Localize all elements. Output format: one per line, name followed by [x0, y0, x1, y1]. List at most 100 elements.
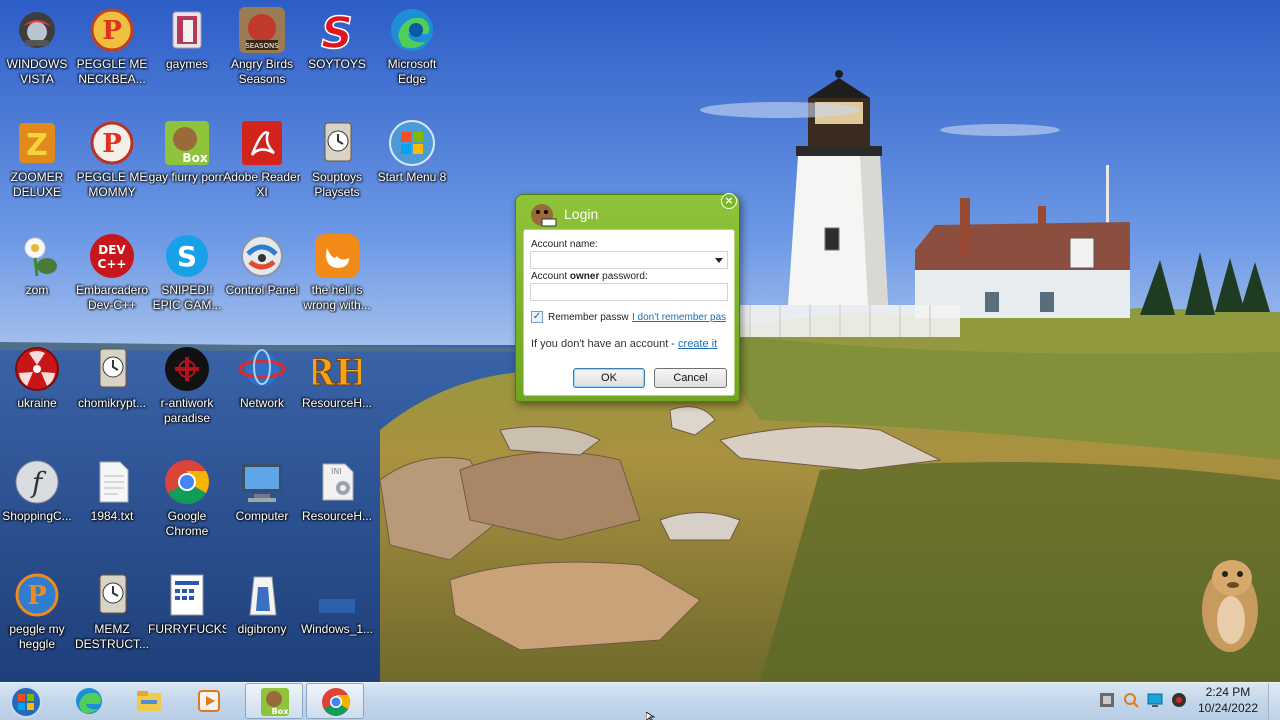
skype-icon: S: [163, 232, 211, 280]
desktop-icon-computer[interactable]: Computer: [225, 458, 299, 524]
desktop-icon-gay-fiurry[interactable]: Box gay fiurry porn: [148, 119, 226, 185]
clock-time: 2:24 PM: [1205, 685, 1251, 699]
taskbar-chrome[interactable]: [306, 683, 364, 719]
desktop-icon-devcpp[interactable]: DEV C++ Embarcadero Dev-C++: [75, 232, 149, 313]
ok-button[interactable]: OK: [573, 368, 645, 388]
desktop-icon-label: Embarcadero Dev-C++: [75, 283, 149, 312]
desktop-icon-windows-1[interactable]: Windows_1...: [300, 571, 374, 637]
desktop-icon-peggle-mommy[interactable]: P PEGGLE ME MOMMY: [75, 119, 149, 200]
desktop-icon-peggle-neckbeard[interactable]: P PEGGLE ME NECKBEA...: [75, 6, 149, 87]
desktop-icon-chomikrypt[interactable]: chomikrypt...: [75, 345, 149, 411]
folder-icon: [163, 6, 211, 54]
svg-text:P: P: [102, 129, 122, 159]
desktop-icon-label: Adobe Reader XI: [223, 170, 301, 199]
no-account-text: If you don't have an account - create it: [531, 338, 718, 350]
create-account-link[interactable]: create it: [678, 338, 717, 350]
desktop-icon-start-menu-8[interactable]: Start Menu 8: [375, 119, 449, 185]
mouse-cursor-icon: [646, 712, 656, 720]
desktop-icon-shoppingc[interactable]: f ShoppingC...: [0, 458, 74, 524]
desktop-icon-furryfucks[interactable]: FURRYFUCKS: [148, 571, 226, 637]
desktop-icon-resourceh-ini[interactable]: INI ResourceH...: [300, 458, 374, 524]
desktop-icon-label: Windows_1...: [300, 622, 374, 636]
taskbar-bonzi-box[interactable]: Box: [245, 683, 303, 719]
computer-icon: [238, 458, 286, 506]
taskbar-edge[interactable]: [60, 683, 118, 719]
desktop-icon-label: SOYTOYS: [308, 57, 366, 71]
account-name-label: Account name:: [531, 239, 598, 250]
desktop-icon-control-panel[interactable]: Control Panel: [225, 232, 299, 298]
digibrony-icon: [238, 571, 286, 619]
desktop-icon-label: Computer: [235, 509, 289, 523]
media-player-icon: [194, 686, 224, 716]
remember-password-label: Remember passw: [548, 312, 629, 323]
desktop-icon-label: ShoppingC...: [2, 509, 72, 523]
taskbar-clock[interactable]: 2:24 PM 10/24/2022: [1198, 684, 1258, 716]
zoomer-icon: Z: [13, 119, 61, 167]
angry-birds-icon: SEASONS: [238, 6, 286, 54]
cancel-button[interactable]: Cancel: [654, 368, 727, 388]
installer-icon: [313, 119, 361, 167]
desktop-icon-antiwork[interactable]: r-antiwork paradise: [150, 345, 224, 426]
antiwork-icon: [163, 345, 211, 393]
forgot-password-link[interactable]: I don't remember pas: [632, 312, 726, 323]
tray-display-icon[interactable]: [1147, 692, 1163, 708]
desktop-icon-label: SNIPED!! EPIC GAM...: [152, 283, 222, 312]
adobe-reader-icon: [238, 119, 286, 167]
uc-browser-icon: [313, 232, 361, 280]
password-field[interactable]: [530, 283, 728, 301]
installer-icon: [88, 571, 136, 619]
clock-date: 10/24/2022: [1197, 701, 1258, 715]
desktop-icon-label: ZOOMER DELUXE: [10, 170, 64, 199]
desktop-icon-edge[interactable]: Microsoft Edge: [375, 6, 449, 87]
desktop-icon-network[interactable]: Network: [225, 345, 299, 411]
desktop-icon-ukraine[interactable]: ukraine: [0, 345, 74, 411]
taskbar-media-player[interactable]: [180, 683, 238, 719]
start-button[interactable]: [6, 684, 46, 720]
desktop-icon-label: gay fiurry porn: [148, 170, 226, 184]
desktop-icon-label: Google Chrome: [165, 509, 209, 538]
close-button[interactable]: ×: [721, 193, 737, 209]
password-label: Account owner password:: [531, 271, 648, 282]
desktop-icon-zoomer-deluxe[interactable]: Z ZOOMER DELUXE: [0, 119, 74, 200]
desktop-icon-label: PEGGLE ME NECKBEA...: [76, 57, 148, 86]
show-desktop-button[interactable]: [1268, 683, 1280, 720]
desktop-icon-chrome[interactable]: Google Chrome: [150, 458, 224, 539]
chevron-down-icon[interactable]: [715, 258, 723, 263]
tray-speaker-icon[interactable]: [1171, 692, 1187, 708]
desktop-icon-soytoys[interactable]: S SOYTOYS: [300, 6, 374, 72]
chrome-icon: [163, 458, 211, 506]
remember-password-checkbox[interactable]: ✓: [531, 311, 543, 323]
peggle-icon: P: [13, 571, 61, 619]
svg-text:P: P: [27, 581, 47, 611]
desktop-icon-angry-birds[interactable]: SEASONS Angry Birds Seasons: [225, 6, 299, 87]
edge-icon: [74, 686, 104, 716]
desktop-icon-label: Souptoys Playsets: [311, 170, 363, 199]
desktop-icon-peggle-heggle[interactable]: P peggle my heggle: [0, 571, 74, 652]
flash-icon: f: [13, 458, 61, 506]
bonzi-box-icon: Box: [163, 119, 211, 167]
desktop-icon-label: ResourceH...: [301, 396, 373, 410]
desktop-icon-zom[interactable]: zom: [0, 232, 74, 298]
svg-text:S: S: [321, 8, 353, 54]
tray-app-icon[interactable]: [1099, 692, 1115, 708]
desktop-icon-sniped[interactable]: S SNIPED!! EPIC GAM...: [150, 232, 224, 313]
desktop-icon-memz[interactable]: MEMZ DESTRUCT...: [75, 571, 149, 652]
desktop-icon-1984-txt[interactable]: 1984.txt: [75, 458, 149, 524]
taskbar-file-explorer[interactable]: [120, 683, 178, 719]
tray-search-icon[interactable]: [1123, 692, 1139, 708]
chrome-icon: [321, 687, 351, 717]
desktop-icon-souptoys[interactable]: Souptoys Playsets: [300, 119, 374, 200]
account-name-combobox[interactable]: [530, 251, 728, 269]
start-orb-icon: [10, 686, 42, 718]
soytoys-icon: S: [313, 6, 361, 60]
desktop-icon-adobe-reader[interactable]: Adobe Reader XI: [223, 119, 301, 200]
desktop-icon-windows-vista[interactable]: WINDOWS VISTA: [0, 6, 74, 87]
login-dialog: Login × Account name: Account owner pass…: [515, 193, 740, 402]
svg-text:RH: RH: [313, 352, 361, 393]
desktop-icon-label: Network: [239, 396, 284, 410]
svg-text:Z: Z: [26, 128, 48, 163]
desktop-icon-gaymes[interactable]: gaymes: [150, 6, 224, 72]
desktop-icon-uc-browser[interactable]: the hell is wrong with...: [300, 232, 374, 313]
desktop-icon-digibrony[interactable]: digibrony: [225, 571, 299, 637]
desktop-icon-resource-hacker[interactable]: RH ResourceH...: [300, 345, 374, 411]
